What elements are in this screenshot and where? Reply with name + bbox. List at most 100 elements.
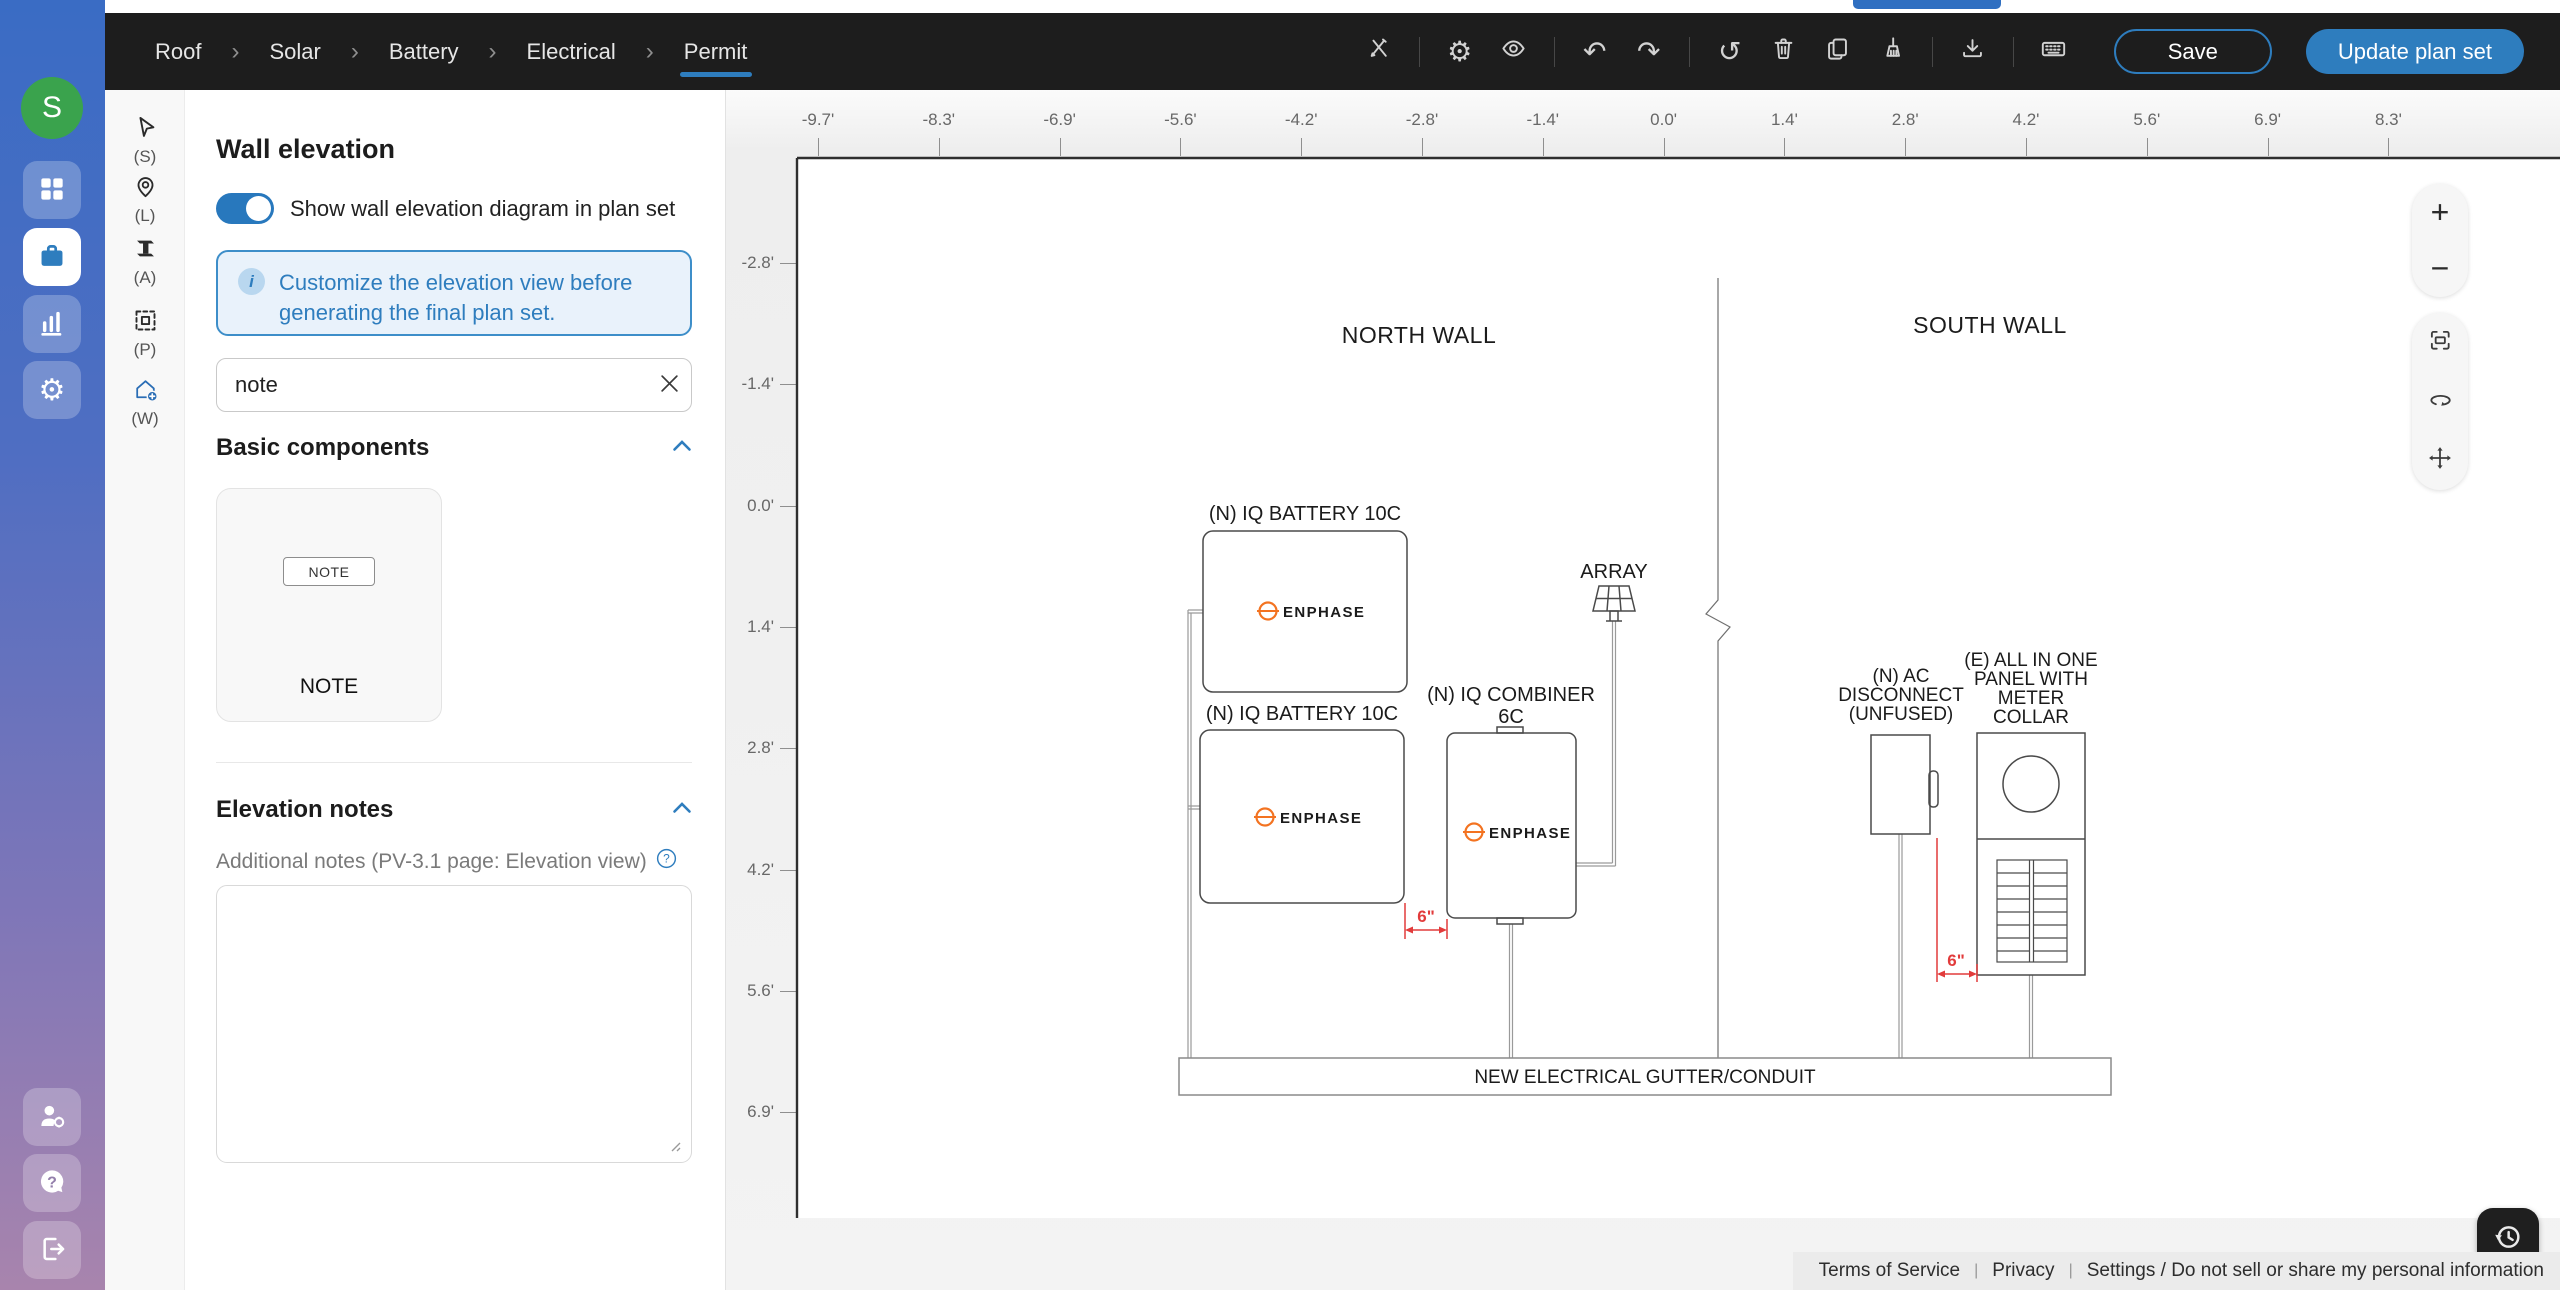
help-circle-icon[interactable]: ? — [656, 848, 677, 875]
tool-wall-label: (W) — [131, 409, 159, 428]
footer-separator: | — [2068, 1262, 2073, 1279]
fit-to-screen-button[interactable] — [2412, 316, 2468, 370]
disconnect-label-line2: DISCONNECT — [1838, 685, 1964, 706]
update-plan-set-button[interactable]: Update plan set — [2305, 29, 2524, 74]
breadcrumb-solar[interactable]: Solar — [269, 13, 320, 90]
chevron-up-icon[interactable] — [672, 439, 692, 457]
show-elevation-toggle-row: Show wall elevation diagram in plan set — [216, 193, 675, 224]
tool-select-label: (S) — [133, 147, 157, 166]
toggle-label: Show wall elevation diagram in plan set — [290, 195, 676, 221]
south-wall-title: SOUTH WALL — [1913, 312, 2067, 338]
terms-link[interactable]: Terms of Service — [1819, 1260, 1960, 1282]
chevron-up-icon[interactable] — [672, 801, 692, 819]
battery2-label: (N) IQ BATTERY 10C — [1206, 703, 1398, 725]
location-pin-icon — [132, 177, 159, 204]
breadcrumb-battery[interactable]: Battery — [389, 13, 459, 90]
tool-attachment-label: (A) — [133, 268, 157, 287]
toolbar-separator — [1931, 36, 1933, 67]
tool-location[interactable]: (L) — [105, 173, 185, 226]
svg-text:?: ? — [663, 852, 670, 866]
tool-select[interactable]: (S) — [105, 114, 185, 167]
account-settings-button[interactable] — [23, 1088, 81, 1146]
elevation-notes-title: Elevation notes — [216, 796, 394, 823]
enphase-logo: ENPHASE — [1254, 807, 1361, 827]
close-icon — [659, 373, 680, 397]
gear-icon: ⚙ — [38, 372, 66, 408]
reports-nav-button[interactable] — [23, 295, 81, 353]
visibility-button[interactable] — [1492, 30, 1536, 74]
toolbar-separator — [1418, 36, 1420, 67]
svg-text:ENPHASE: ENPHASE — [1283, 604, 1365, 621]
info-text: Customize the elevation view before gene… — [279, 270, 633, 325]
svg-text:ENPHASE: ENPHASE — [1489, 825, 1571, 842]
active-tab-underline — [679, 72, 752, 77]
dashboard-nav-button[interactable] — [23, 161, 81, 219]
canvas-settings-button[interactable]: ⚙ — [1438, 30, 1482, 74]
panel-label-line1: (E) ALL IN ONE — [1964, 650, 2097, 671]
eye-icon — [1500, 35, 1527, 69]
download-button[interactable] — [1951, 30, 1995, 74]
projects-nav-button[interactable] — [23, 228, 81, 286]
zoom-in-button[interactable]: + — [2412, 185, 2468, 239]
gutter-label: NEW ELECTRICAL GUTTER/CONDUIT — [1474, 1067, 1816, 1088]
basic-components-header: Basic components — [216, 434, 692, 462]
gear-icon: ⚙ — [1447, 35, 1473, 68]
breadcrumb-permit-label: Permit — [683, 38, 748, 64]
additional-notes-textarea[interactable] — [216, 885, 692, 1163]
view-pill — [2412, 313, 2468, 490]
enphase-logo: ENPHASE — [1257, 601, 1365, 621]
orbit-view-button[interactable] — [2412, 375, 2468, 429]
avatar[interactable]: S — [21, 77, 83, 139]
basic-components-title: Basic components — [216, 434, 430, 461]
delete-button[interactable] — [1762, 30, 1806, 74]
breadcrumb-roof[interactable]: Roof — [155, 13, 201, 90]
tool-wall[interactable]: (W) — [105, 376, 185, 429]
tool-panel[interactable]: (P) — [105, 307, 185, 360]
drawing-canvas[interactable]: -9.7' -8.3' -6.9' -5.6' -4.2' -2.8' -1.4' 0.0' 1… — [726, 90, 2560, 1290]
pan-button[interactable] — [2412, 434, 2468, 488]
zoom-out-button[interactable]: − — [2412, 242, 2468, 296]
duplicate-button[interactable] — [1816, 30, 1860, 74]
panel-label-line2: PANEL WITH — [1974, 669, 2088, 690]
keyboard-shortcuts-button[interactable] — [2032, 30, 2076, 74]
chevron-right-icon: › — [231, 37, 240, 65]
toolbar-separator — [1688, 36, 1690, 67]
rotate-ccw-icon: ↺ — [1718, 35, 1742, 68]
drawing-tool-rail: (S) (L) (A) (P) (W) — [105, 90, 185, 1290]
logout-icon — [36, 1233, 68, 1268]
house-add-icon — [132, 380, 159, 407]
disconnect-label-line1: (N) AC — [1873, 666, 1930, 687]
save-button[interactable]: Save — [2113, 29, 2272, 74]
elevation-drawing[interactable]: NORTH WALL SOUTH WALL (N) IQ BATTERY 10C — [726, 90, 2560, 1290]
clean-canvas-button[interactable] — [1870, 30, 1914, 74]
toolbar-separator — [1553, 36, 1555, 67]
show-elevation-toggle[interactable] — [216, 193, 274, 224]
clear-search-button[interactable] — [647, 363, 691, 407]
disconnect-label-line3: (UNFUSED) — [1849, 704, 1954, 725]
info-banner: i Customize the elevation view before ge… — [216, 250, 692, 336]
privacy-link[interactable]: Privacy — [1992, 1260, 2054, 1282]
logout-button[interactable] — [23, 1221, 81, 1279]
broom-icon — [1878, 35, 1905, 69]
legal-footer: Terms of Service | Privacy | Settings / … — [1792, 1252, 2560, 1290]
undo-button[interactable]: ↶ — [1573, 30, 1617, 74]
tool-panel-label: (P) — [133, 340, 157, 359]
cursor-icon — [132, 116, 159, 145]
reset-rotation-button[interactable]: ↺ — [1708, 30, 1752, 74]
privacy-settings-link[interactable]: Settings / Do not sell or share my perso… — [2087, 1260, 2544, 1282]
download-icon — [1959, 35, 1986, 69]
design-tools-button[interactable] — [1357, 30, 1401, 74]
settings-nav-button[interactable]: ⚙ — [23, 361, 81, 419]
breadcrumb-permit-active[interactable]: Permit — [679, 13, 752, 90]
tool-attachment[interactable]: (A) — [105, 235, 185, 288]
help-bubble-icon: ? — [36, 1166, 68, 1201]
redo-button[interactable]: ↷ — [1627, 30, 1671, 74]
toolbar-actions: ⚙ ↶ ↷ ↺ Save Update plan set — [1357, 29, 2524, 74]
search-input[interactable] — [217, 372, 647, 398]
breadcrumb-electrical[interactable]: Electrical — [527, 13, 616, 90]
note-component-card[interactable]: NOTE NOTE — [216, 488, 442, 722]
help-button[interactable]: ? — [23, 1154, 81, 1212]
gutter-component[interactable]: NEW ELECTRICAL GUTTER/CONDUIT — [1178, 1057, 2112, 1096]
additional-notes-label: Additional notes (PV-3.1 page: Elevation… — [216, 848, 677, 875]
combiner-label-line2: 6C — [1498, 706, 1524, 728]
